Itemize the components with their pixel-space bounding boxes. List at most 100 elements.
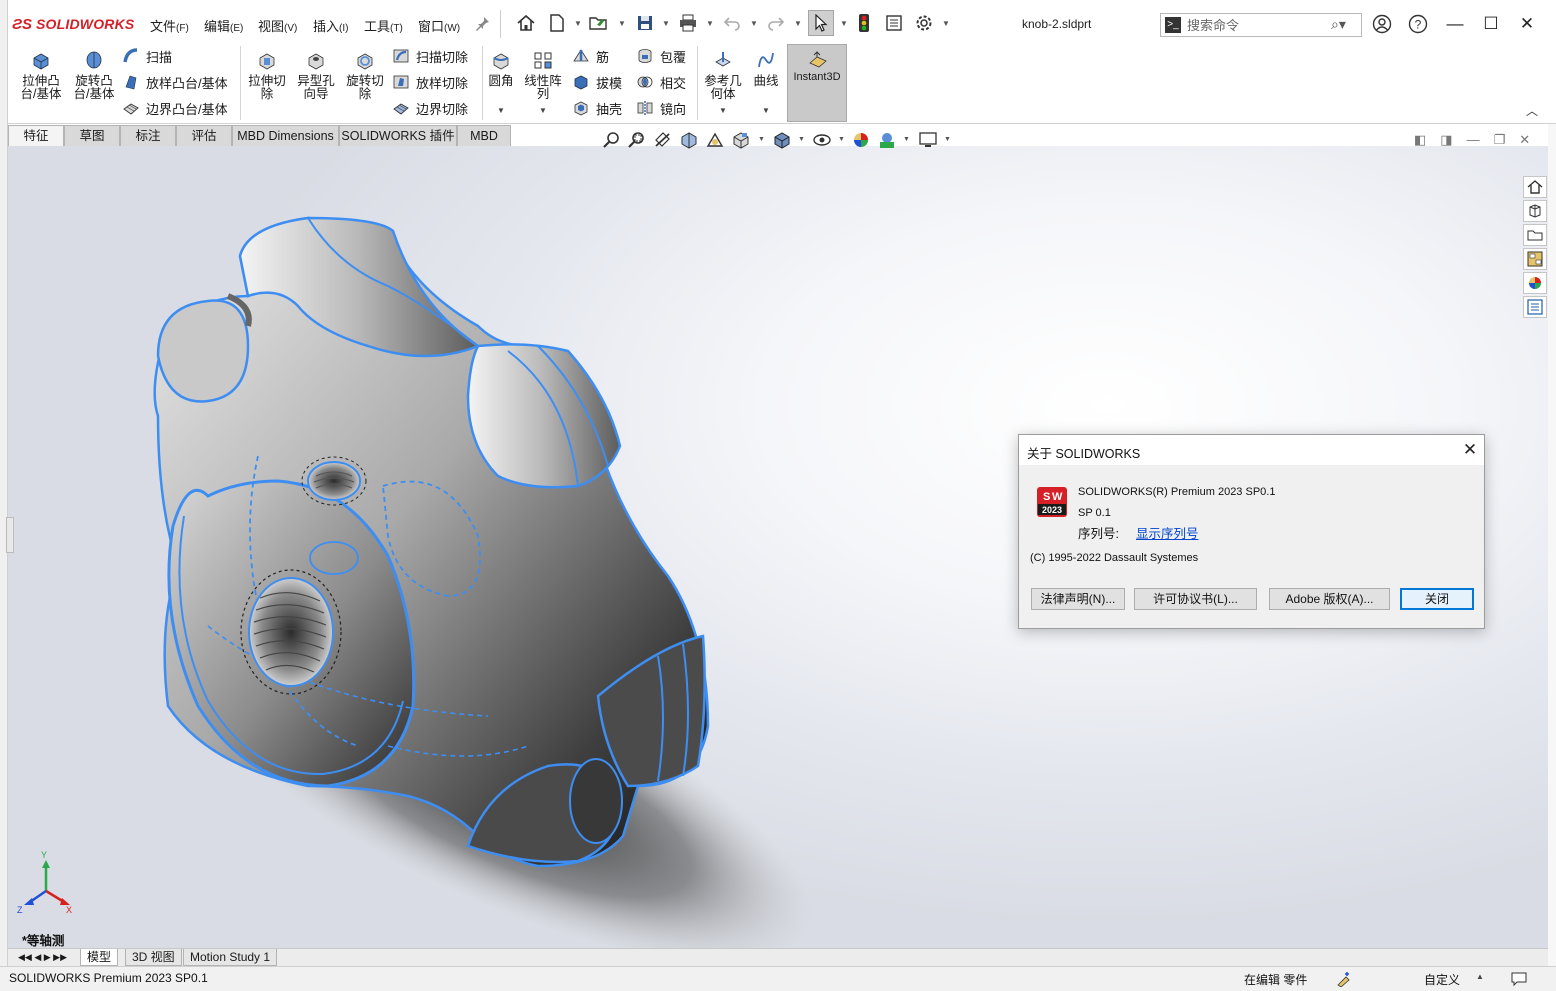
reference-dropdown-icon[interactable]: ▼ [719,106,727,115]
tab-markup[interactable]: 标注 [120,125,176,146]
task-pane-appearances[interactable] [1523,272,1547,294]
extrude-cut-button[interactable]: 拉伸切除 [245,50,289,101]
curves-dropdown-icon[interactable]: ▼ [762,106,770,115]
show-serial-link[interactable]: 显示序列号 [1136,523,1199,542]
adobe-copyright-button[interactable]: Adobe 版权(A)... [1269,588,1390,610]
hole-wizard-button[interactable]: 异型孔向导 [293,50,339,101]
tab-features[interactable]: 特征 [8,125,64,146]
help-icon[interactable]: ? [1408,14,1428,34]
revolve-boss-button[interactable]: 旋转凸台/基体 [69,50,119,101]
tab-mbd-dimensions[interactable]: MBD Dimensions [232,125,339,146]
open-dropdown-icon[interactable]: ▼ [618,19,626,28]
tab-scroll-arrows-icon[interactable]: ◀◀ ◀ ▶ ▶▶ [12,949,73,966]
pattern-dropdown-icon[interactable]: ▼ [539,106,547,115]
reference-geometry-button[interactable]: 参考几何体 [701,50,745,101]
new-dropdown-icon[interactable]: ▼ [574,19,582,28]
section-view-icon[interactable] [679,130,699,150]
revolve-cut-button[interactable]: 旋转切除 [343,50,387,101]
undo-icon[interactable] [721,12,743,34]
legal-notices-button[interactable]: 法律声明(N)... [1031,588,1125,610]
rib-button[interactable]: 筋 [572,46,609,66]
print-icon[interactable] [677,12,699,34]
viewport-restore-icon[interactable]: ❐ [1494,132,1506,148]
search-commands-box[interactable]: >_ ⌕▾ [1160,13,1362,37]
wrap-button[interactable]: 包覆 [636,46,686,66]
tab-model[interactable]: 模型 [80,949,119,966]
edit-appearance-icon[interactable] [851,130,871,150]
loft-boss-button[interactable]: 放样凸台/基体 [122,72,228,92]
home-icon[interactable] [515,12,537,34]
task-pane-file-explorer[interactable] [1523,224,1547,246]
tab-3d-views[interactable]: 3D 视图 [125,949,182,966]
fillet-dropdown-icon[interactable]: ▼ [497,106,505,115]
menu-edit[interactable]: 编辑(E) [204,16,243,35]
undo-dropdown-icon[interactable]: ▼ [750,19,758,28]
menu-tools[interactable]: 工具(T) [364,16,403,35]
zoom-to-fit-icon[interactable] [602,130,622,150]
solidworks-logo[interactable]: ƧS SOLIDWORKS [12,14,134,34]
user-account-icon[interactable] [1372,14,1392,34]
status-unit-system[interactable]: 自定义 [1424,971,1460,988]
save-dropdown-icon[interactable]: ▼ [662,19,670,28]
menu-insert[interactable]: 插入(I) [313,16,348,35]
menu-file[interactable]: 文件(F) [150,16,189,35]
select-dropdown-icon[interactable]: ▼ [840,19,848,28]
apply-scene-icon[interactable] [877,130,897,150]
display-style-icon[interactable] [772,130,792,150]
tab-solidworks-addins[interactable]: SOLIDWORKS 插件 [339,125,457,146]
view-settings-dropdown-icon[interactable]: ▼ [944,136,951,143]
boundary-boss-button[interactable]: 边界凸台/基体 [122,98,228,118]
close-window-icon[interactable]: ✕ [1517,14,1537,34]
search-input[interactable] [1187,16,1327,34]
apply-scene-dropdown-icon[interactable]: ▼ [903,136,910,143]
file-properties-icon[interactable] [883,12,905,34]
options-dropdown-icon[interactable]: ▼ [942,19,950,28]
sweep-button[interactable]: 扫描 [122,46,172,66]
viewport-pane-left-icon[interactable]: ◧ [1414,132,1426,148]
menu-window[interactable]: 窗口(W) [418,16,460,35]
draft-button[interactable]: 拔模 [572,72,622,92]
task-pane-resources[interactable] [1523,176,1547,198]
collapse-ribbon-icon[interactable]: ︿ [1526,102,1538,119]
task-pane-view-palette[interactable] [1523,248,1547,270]
task-pane-design-library[interactable] [1523,200,1547,222]
unit-system-dropdown-icon[interactable]: ▲ [1476,972,1484,981]
search-icon[interactable]: ⌕▾ [1331,16,1346,33]
viewport-minimize-icon[interactable]: — [1467,132,1480,148]
dialog-close-icon[interactable]: ✕ [1459,439,1481,461]
tab-evaluate[interactable]: 评估 [176,125,232,146]
tooltip-balloon-icon[interactable] [1510,971,1528,987]
pin-icon[interactable] [472,12,494,34]
loft-cut-button[interactable]: 放样切除 [392,72,468,92]
close-button[interactable]: 关闭 [1400,588,1474,610]
task-pane-custom-properties[interactable] [1523,296,1547,318]
curves-button[interactable]: 曲线 [750,50,782,88]
view-settings-icon[interactable] [918,130,938,150]
tab-mbd[interactable]: MBD [457,125,511,146]
linear-pattern-button[interactable]: 线性阵列 [522,50,564,101]
sweep-cut-button[interactable]: 扫描切除 [392,46,468,66]
open-document-icon[interactable] [588,12,610,34]
previous-view-icon[interactable] [653,130,673,150]
save-icon[interactable] [634,12,656,34]
redo-dropdown-icon[interactable]: ▼ [794,19,802,28]
dynamic-annotation-icon[interactable] [705,130,725,150]
new-document-icon[interactable] [546,12,568,34]
select-pointer-icon[interactable] [808,10,834,36]
rebuild-traffic-light-icon[interactable] [853,12,875,34]
view-orientation-dropdown-icon[interactable]: ▼ [758,136,765,143]
feature-manager-toggle[interactable] [6,517,14,553]
options-gear-icon[interactable] [913,12,935,34]
viewport-close-icon[interactable]: ✕ [1519,132,1530,148]
tab-sketch[interactable]: 草图 [64,125,120,146]
display-style-dropdown-icon[interactable]: ▼ [798,136,805,143]
boundary-cut-button[interactable]: 边界切除 [392,98,468,118]
intersect-button[interactable]: 相交 [636,72,686,92]
viewport-pane-right-icon[interactable]: ◨ [1440,132,1452,148]
minimize-window-icon[interactable]: — [1445,14,1465,34]
mirror-button[interactable]: 镜向 [636,98,686,118]
fillet-button[interactable]: 圆角 [485,50,517,88]
instant3d-button[interactable]: Instant3D [787,44,847,122]
zoom-to-area-icon[interactable] [627,130,647,150]
maximize-window-icon[interactable]: ☐ [1481,14,1501,34]
